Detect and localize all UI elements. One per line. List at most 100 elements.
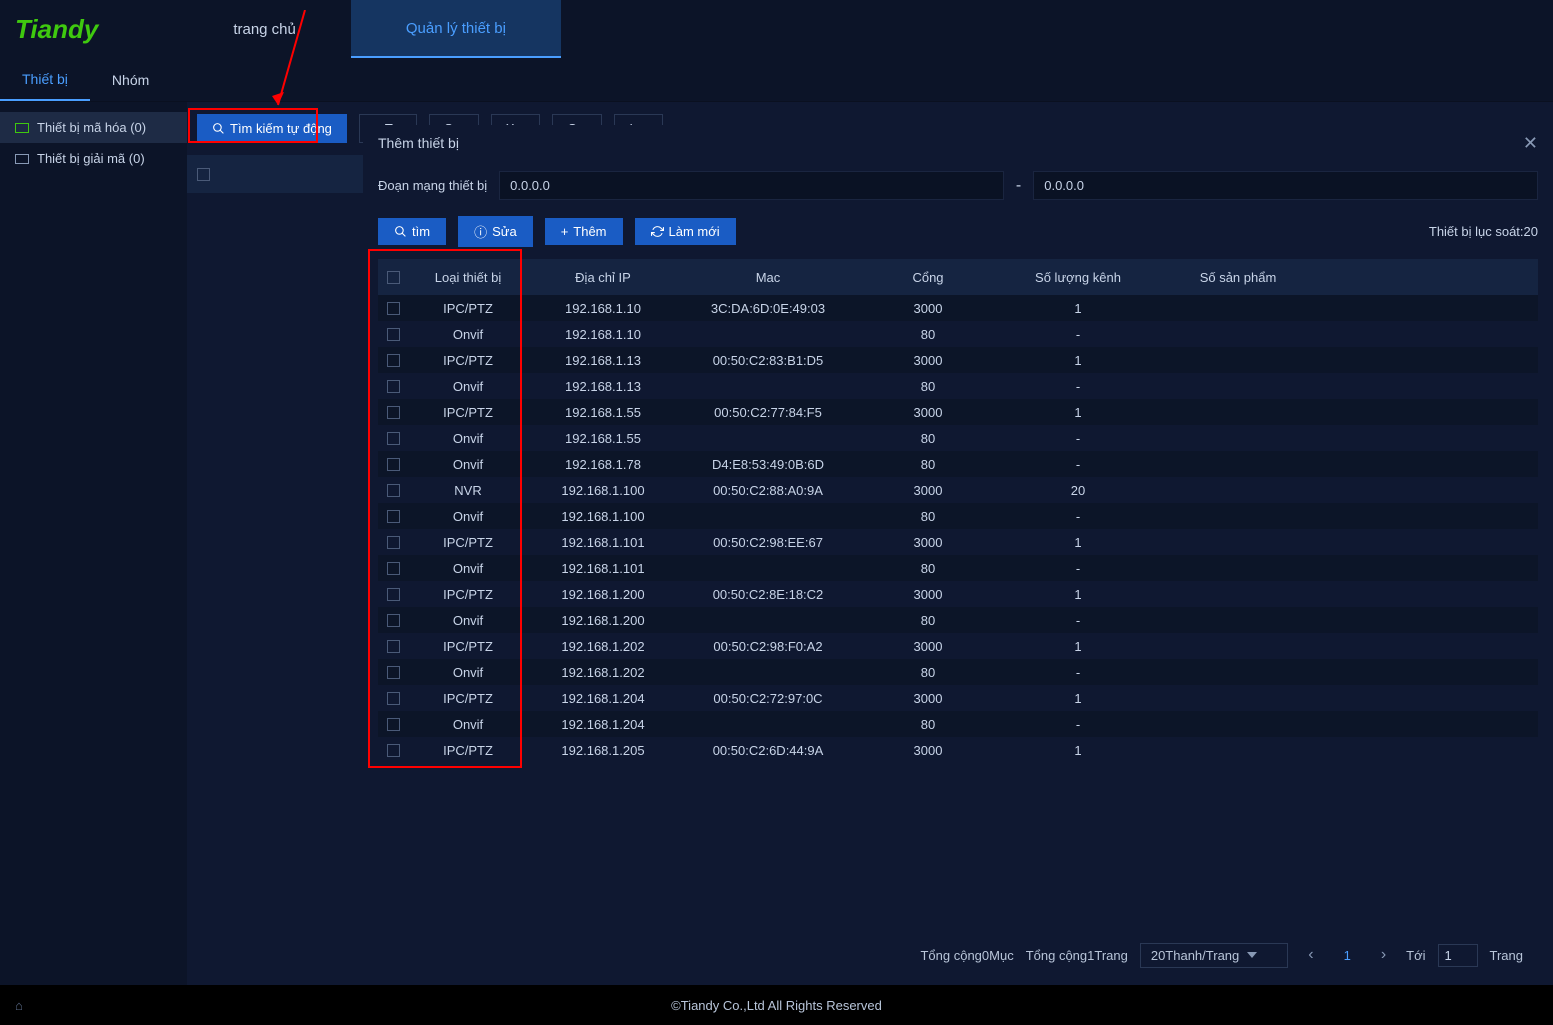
cell-channels: 1 [998, 691, 1158, 706]
next-page-button[interactable]: › [1373, 946, 1394, 964]
cell-type: IPC/PTZ [408, 743, 528, 758]
cell-type: IPC/PTZ [408, 405, 528, 420]
cell-port: 3000 [858, 691, 998, 706]
tab-device-mgmt[interactable]: Quản lý thiết bị [351, 0, 561, 58]
row-checkbox[interactable] [387, 458, 400, 471]
table-row[interactable]: IPC/PTZ 192.168.1.205 00:50:C2:6D:44:9A … [378, 737, 1538, 763]
row-checkbox[interactable] [387, 536, 400, 549]
row-checkbox[interactable] [387, 614, 400, 627]
cell-type: Onvif [408, 457, 528, 472]
table-row[interactable]: Onvif 192.168.1.100 80 - [378, 503, 1538, 529]
cell-port: 3000 [858, 405, 998, 420]
row-checkbox[interactable] [387, 432, 400, 445]
cell-type: IPC/PTZ [408, 353, 528, 368]
total-items: Tổng cộng0Mục [920, 948, 1013, 963]
edit-button[interactable]: ⓘ Sửa [458, 216, 533, 247]
modal-table-header: Loại thiết bị Địa chỉ IP Mac Cổng Số lượ… [378, 259, 1538, 295]
cell-ip: 192.168.1.202 [528, 665, 678, 680]
table-row[interactable]: IPC/PTZ 192.168.1.55 00:50:C2:77:84:F5 3… [378, 399, 1538, 425]
sidebar-item-encoded[interactable]: Thiết bị mã hóa (0) [0, 112, 187, 143]
table-row[interactable]: IPC/PTZ 192.168.1.13 00:50:C2:83:B1:D5 3… [378, 347, 1538, 373]
sidebar-item-label: Thiết bị mã hóa (0) [37, 120, 146, 135]
scan-count: Thiết bị lục soát:20 [1429, 224, 1538, 239]
select-all-checkbox[interactable] [197, 168, 210, 181]
subtab-device[interactable]: Thiết bị [0, 58, 90, 101]
search-button[interactable]: tìm [378, 218, 446, 245]
row-checkbox[interactable] [387, 588, 400, 601]
close-icon[interactable]: ✕ [1523, 133, 1538, 154]
current-page[interactable]: 1 [1334, 948, 1361, 963]
search-icon [212, 122, 225, 135]
table-row[interactable]: Onvif 192.168.1.200 80 - [378, 607, 1538, 633]
cell-port: 3000 [858, 353, 998, 368]
cell-channels: - [998, 327, 1158, 342]
table-row[interactable]: IPC/PTZ 192.168.1.200 00:50:C2:8E:18:C2 … [378, 581, 1538, 607]
cell-port: 3000 [858, 301, 998, 316]
cell-type: IPC/PTZ [408, 691, 528, 706]
top-tabs: trang chủ Quản lý thiết bị [178, 0, 561, 58]
col-channels: Số lượng kênh [998, 270, 1158, 285]
cell-mac: D4:E8:53:49:0B:6D [678, 457, 858, 472]
add-button[interactable]: + Thêm [545, 218, 623, 245]
table-row[interactable]: Onvif 192.168.1.204 80 - [378, 711, 1538, 737]
row-checkbox[interactable] [387, 484, 400, 497]
auto-search-button[interactable]: Tìm kiếm tự động [197, 114, 347, 143]
cell-ip: 192.168.1.101 [528, 561, 678, 576]
row-checkbox[interactable] [387, 744, 400, 757]
table-row[interactable]: IPC/PTZ 192.168.1.10 3C:DA:6D:0E:49:03 3… [378, 295, 1538, 321]
table-row[interactable]: IPC/PTZ 192.168.1.202 00:50:C2:98:F0:A2 … [378, 633, 1538, 659]
table-row[interactable]: Onvif 192.168.1.101 80 - [378, 555, 1538, 581]
col-ip: Địa chỉ IP [528, 270, 678, 285]
row-checkbox[interactable] [387, 302, 400, 315]
cell-ip: 192.168.1.101 [528, 535, 678, 550]
row-checkbox[interactable] [387, 692, 400, 705]
cell-ip: 192.168.1.100 [528, 509, 678, 524]
goto-page-input[interactable] [1438, 944, 1478, 967]
table-row[interactable]: Onvif 192.168.1.10 80 - [378, 321, 1538, 347]
chevron-down-icon [1247, 952, 1257, 958]
cell-channels: - [998, 717, 1158, 732]
cell-mac: 00:50:C2:98:EE:67 [678, 535, 858, 550]
prev-page-button[interactable]: ‹ [1300, 946, 1321, 964]
cell-type: NVR [408, 483, 528, 498]
cell-ip: 192.168.1.55 [528, 431, 678, 446]
page-suffix: Trang [1490, 948, 1523, 963]
cell-ip: 192.168.1.200 [528, 587, 678, 602]
table-row[interactable]: Onvif 192.168.1.202 80 - [378, 659, 1538, 685]
refresh-button[interactable]: Làm mới [635, 218, 736, 245]
table-row[interactable]: IPC/PTZ 192.168.1.101 00:50:C2:98:EE:67 … [378, 529, 1538, 555]
ip-to-input[interactable] [1033, 171, 1538, 200]
modal-title: Thêm thiết bị [378, 135, 459, 151]
subtab-group[interactable]: Nhóm [90, 58, 171, 101]
cell-type: Onvif [408, 561, 528, 576]
table-row[interactable]: Onvif 192.168.1.13 80 - [378, 373, 1538, 399]
row-checkbox[interactable] [387, 328, 400, 341]
row-checkbox[interactable] [387, 510, 400, 523]
cell-mac: 00:50:C2:72:97:0C [678, 691, 858, 706]
row-checkbox[interactable] [387, 640, 400, 653]
row-checkbox[interactable] [387, 406, 400, 419]
ip-from-input[interactable] [499, 171, 1004, 200]
sub-header: Thiết bị Nhóm [0, 58, 1553, 102]
row-checkbox[interactable] [387, 354, 400, 367]
cell-channels: 1 [998, 301, 1158, 316]
row-checkbox[interactable] [387, 718, 400, 731]
search-icon [394, 225, 407, 238]
home-icon[interactable]: ⌂ [15, 998, 23, 1013]
table-row[interactable]: IPC/PTZ 192.168.1.204 00:50:C2:72:97:0C … [378, 685, 1538, 711]
sidebar-item-decoded[interactable]: Thiết bị giải mã (0) [0, 143, 187, 174]
tab-home[interactable]: trang chủ [178, 0, 351, 58]
device-icon [15, 123, 29, 133]
per-page-select[interactable]: 20Thanh/Trang [1140, 943, 1288, 968]
select-all-checkbox[interactable] [387, 271, 400, 284]
table-row[interactable]: Onvif 192.168.1.55 80 - [378, 425, 1538, 451]
row-checkbox[interactable] [387, 562, 400, 575]
cell-channels: - [998, 613, 1158, 628]
row-checkbox[interactable] [387, 380, 400, 393]
table-row[interactable]: Onvif 192.168.1.78 D4:E8:53:49:0B:6D 80 … [378, 451, 1538, 477]
row-checkbox[interactable] [387, 666, 400, 679]
table-row[interactable]: NVR 192.168.1.100 00:50:C2:88:A0:9A 3000… [378, 477, 1538, 503]
cell-channels: 1 [998, 639, 1158, 654]
cell-ip: 192.168.1.204 [528, 691, 678, 706]
cell-ip: 192.168.1.55 [528, 405, 678, 420]
